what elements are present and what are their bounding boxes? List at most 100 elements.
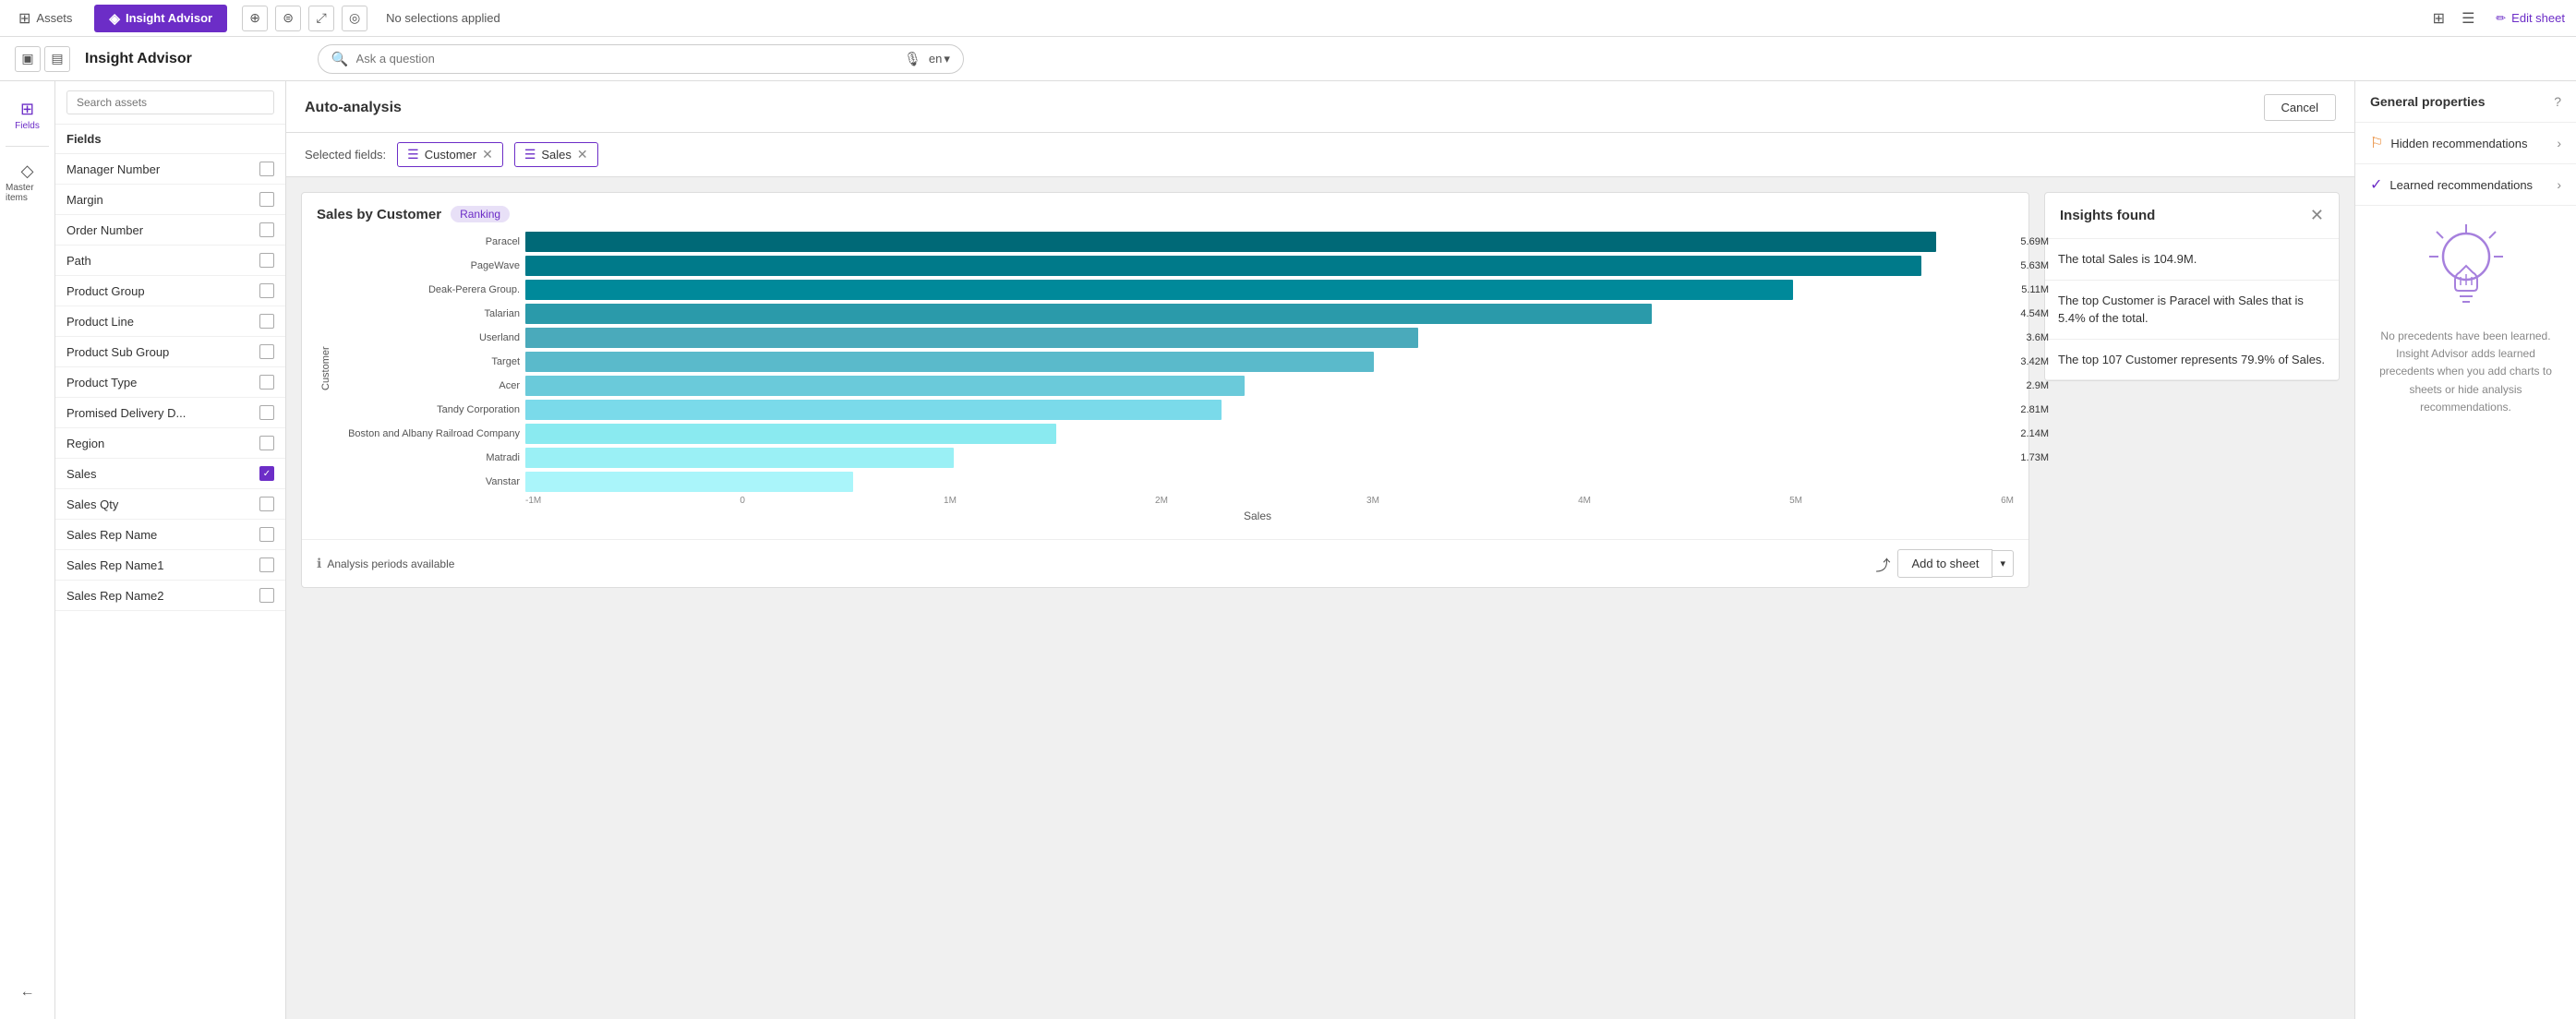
- bar-fill: [525, 304, 1652, 324]
- field-checkbox[interactable]: [259, 527, 274, 542]
- insights-panel: Insights found ✕ The total Sales is 104.…: [2044, 192, 2340, 381]
- field-checkbox[interactable]: [259, 314, 274, 329]
- insight-advisor-nav[interactable]: ◈ Insight Advisor: [94, 5, 227, 32]
- bar-label: Boston and Albany Railroad Company: [335, 428, 520, 439]
- main-layout: ⊞ Fields ◇ Master items ← Fields Manager…: [0, 81, 2576, 1019]
- field-checkbox[interactable]: [259, 344, 274, 359]
- field-checkbox[interactable]: [259, 222, 274, 237]
- hidden-rec-label: Hidden recommendations: [2390, 137, 2527, 150]
- field-item[interactable]: Sales: [55, 459, 285, 489]
- right-panel-title: General properties: [2370, 94, 2486, 109]
- field-checkbox[interactable]: [259, 497, 274, 511]
- grid-view-icon[interactable]: ⊞: [2426, 6, 2451, 31]
- pencil-icon: ✏: [2496, 11, 2506, 26]
- lang-chevron-icon: ▾: [944, 52, 950, 66]
- cancel-button[interactable]: Cancel: [2264, 94, 2336, 121]
- field-item[interactable]: Sales Rep Name: [55, 520, 285, 550]
- y-axis-label: Customer: [317, 232, 335, 506]
- icon-sidebar: ⊞ Fields ◇ Master items ←: [0, 81, 55, 1019]
- learned-rec-check-icon: ✓: [2370, 175, 2382, 194]
- field-checkbox[interactable]: [259, 375, 274, 390]
- sidebar-collapse-icon[interactable]: ←: [13, 977, 42, 1008]
- field-checkbox[interactable]: [259, 283, 274, 298]
- fields-list: Manager Number Margin Order Number Path …: [55, 154, 285, 1019]
- add-to-sheet-dropdown-button[interactable]: ▾: [1992, 550, 2014, 577]
- field-checkbox[interactable]: [259, 557, 274, 572]
- panel-toggles: ▣ ▤: [15, 46, 70, 72]
- x-axis-tick: 3M: [1366, 496, 1379, 506]
- bar-value: 5.69M: [2020, 236, 2049, 247]
- field-item[interactable]: Sales Rep Name2: [55, 581, 285, 611]
- hidden-recommendations-item[interactable]: ⚐ Hidden recommendations ›: [2355, 123, 2576, 164]
- insights-close-icon[interactable]: ✕: [2310, 206, 2324, 225]
- toggle-left-panel[interactable]: ▣: [15, 46, 41, 72]
- field-item[interactable]: Product Sub Group: [55, 337, 285, 367]
- bar-label: Matradi: [335, 452, 520, 463]
- sidebar-item-fields[interactable]: ⊞ Fields: [0, 92, 54, 138]
- fields-search-area: [55, 81, 285, 125]
- field-item[interactable]: Manager Number: [55, 154, 285, 185]
- field-item[interactable]: Product Type: [55, 367, 285, 398]
- field-checkbox[interactable]: [259, 405, 274, 420]
- field-name: Sales Qty: [66, 498, 118, 511]
- field-item[interactable]: Product Group: [55, 276, 285, 306]
- fields-panel-header: Fields: [55, 125, 285, 154]
- field-checkbox[interactable]: [259, 192, 274, 207]
- zoom-in-icon[interactable]: ⊕: [242, 6, 268, 31]
- field-tag-sales: ☰ Sales ✕: [514, 142, 598, 167]
- chart-scroll-area: Sales by Customer Ranking Customer Parac…: [286, 177, 2354, 1019]
- help-icon[interactable]: ?: [2554, 94, 2561, 109]
- share-icon[interactable]: ⤴: [1875, 553, 1890, 575]
- toolbar-icons: ⊕ ⊜ ⤢ ◎: [242, 6, 367, 31]
- search-input[interactable]: [356, 52, 897, 66]
- field-checkbox[interactable]: [259, 466, 274, 481]
- expand-icon[interactable]: ⤢: [308, 6, 334, 31]
- fields-search-input[interactable]: [66, 90, 274, 114]
- remove-customer-icon[interactable]: ✕: [482, 147, 493, 162]
- selection-icon[interactable]: ◎: [342, 6, 367, 31]
- bar-label: Acer: [335, 380, 520, 391]
- toggle-right-panel[interactable]: ▤: [44, 46, 70, 72]
- edit-sheet-button[interactable]: ✏ Edit sheet: [2496, 11, 2565, 26]
- sidebar-item-master-items[interactable]: ◇ Master items: [0, 154, 54, 210]
- language-selector[interactable]: en ▾: [929, 52, 950, 66]
- field-item[interactable]: Sales Rep Name1: [55, 550, 285, 581]
- field-item[interactable]: Margin: [55, 185, 285, 215]
- field-name: Path: [66, 254, 91, 268]
- learned-recommendations-item[interactable]: ✓ Learned recommendations ›: [2355, 164, 2576, 206]
- bar-row: Tandy Corporation 2.81M: [335, 400, 2014, 420]
- list-view-icon[interactable]: ☰: [2455, 6, 2481, 31]
- field-item[interactable]: Promised Delivery D...: [55, 398, 285, 428]
- question-search-bar[interactable]: 🔍 🎙 en ▾: [318, 44, 964, 74]
- field-checkbox[interactable]: [259, 588, 274, 603]
- zoom-out-icon[interactable]: ⊜: [275, 6, 301, 31]
- bar-container: 1.73M: [525, 448, 2014, 468]
- bar-container: 5.11M: [525, 280, 2014, 300]
- bar-label: Vanstar: [335, 476, 520, 487]
- remove-sales-icon[interactable]: ✕: [577, 147, 588, 162]
- sales-field-icon: ☰: [524, 147, 536, 162]
- field-checkbox[interactable]: [259, 162, 274, 176]
- bar-row: Paracel 5.69M: [335, 232, 2014, 252]
- field-checkbox[interactable]: [259, 436, 274, 450]
- analysis-period-label: Analysis periods available: [327, 557, 454, 570]
- field-item[interactable]: Product Line: [55, 306, 285, 337]
- field-item[interactable]: Region: [55, 428, 285, 459]
- assets-nav[interactable]: ⊞ Assets: [11, 9, 79, 28]
- add-to-sheet-button-group: ⤴ Add to sheet ▾: [1875, 549, 2014, 578]
- add-to-sheet-main-button[interactable]: Add to sheet: [1897, 549, 1992, 578]
- bar-row: Userland 3.6M: [335, 328, 2014, 348]
- second-bar: ▣ ▤ Insight Advisor 🔍 🎙 en ▾: [0, 37, 2576, 81]
- customer-field-name: Customer: [425, 148, 476, 162]
- field-item[interactable]: Sales Qty: [55, 489, 285, 520]
- bar-value: 4.54M: [2020, 308, 2049, 319]
- bar-row: Deak-Perera Group. 5.11M: [335, 280, 2014, 300]
- right-panel-message: No precedents have been learned. Insight…: [2370, 328, 2561, 416]
- field-item[interactable]: Path: [55, 246, 285, 276]
- x-axis-tick: 5M: [1789, 496, 1802, 506]
- microphone-icon[interactable]: 🎙: [904, 51, 921, 67]
- bar-fill: [525, 448, 954, 468]
- field-item[interactable]: Order Number: [55, 215, 285, 246]
- field-checkbox[interactable]: [259, 253, 274, 268]
- fields-label: Fields: [15, 121, 40, 131]
